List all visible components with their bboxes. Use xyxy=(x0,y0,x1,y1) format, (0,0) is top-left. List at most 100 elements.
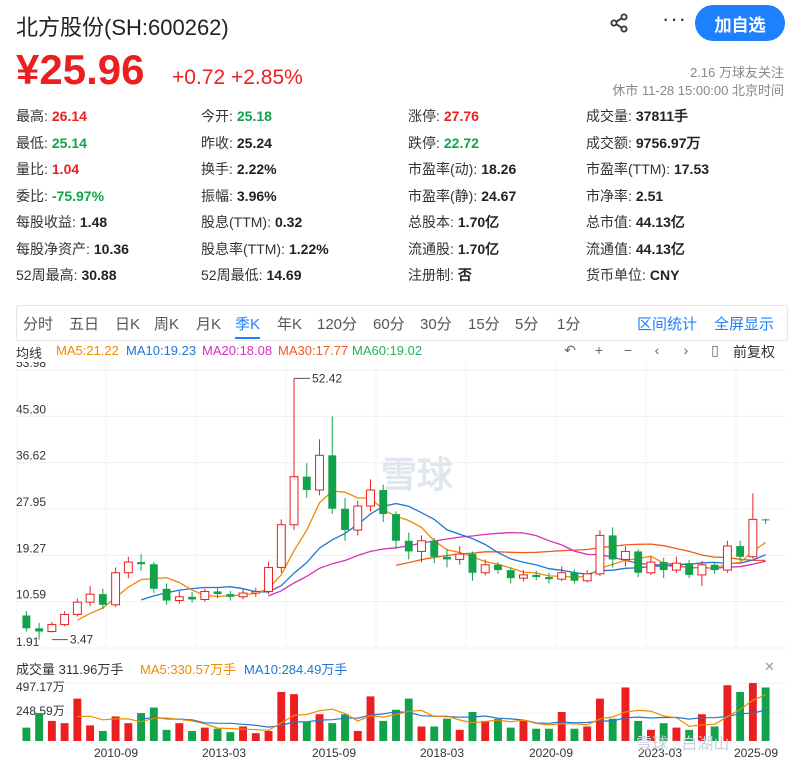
undo-icon[interactable]: ↶ xyxy=(561,341,579,359)
candle-body xyxy=(646,561,656,574)
volume-bar xyxy=(557,712,566,741)
candle-body xyxy=(519,574,528,579)
scroll-right-icon[interactable]: › xyxy=(677,341,695,359)
stat-value: 24.67 xyxy=(481,187,517,204)
close-volume-icon[interactable]: ✕ xyxy=(764,659,775,675)
stat-value: 否 xyxy=(457,267,472,283)
stat-item: 52周最低: 14.69 xyxy=(201,265,302,285)
tab-7[interactable]: 120分 xyxy=(317,313,357,334)
stat-value: 44.13亿 xyxy=(635,214,685,230)
add-to-watchlist-button[interactable]: 加自选 xyxy=(695,5,785,41)
stat-item: 市盈率(静): 24.67 xyxy=(408,186,516,206)
stat-value: 2.51 xyxy=(635,187,664,204)
candle-body xyxy=(532,574,541,578)
tab-9[interactable]: 30分 xyxy=(420,313,452,334)
stat-item: 成交量: 37811手 xyxy=(586,106,688,126)
volume-total: 成交量 311.96万手 xyxy=(16,662,124,677)
tab-5[interactable]: 季K xyxy=(235,313,261,339)
tab-8[interactable]: 60分 xyxy=(373,313,405,334)
stat-item: 流通股: 1.70亿 xyxy=(408,239,499,259)
candle-body xyxy=(443,556,451,560)
volume-bar xyxy=(264,730,273,741)
follower-count: 2.16 万球友关注 xyxy=(690,65,784,80)
candle-body xyxy=(748,518,758,558)
share-icon[interactable] xyxy=(608,12,630,34)
candle-body xyxy=(22,615,31,629)
stat-label: 跌停: xyxy=(408,134,440,151)
vol-tick-label: 497.17万 xyxy=(16,680,65,694)
scroll-left-icon[interactable]: ‹ xyxy=(648,341,666,359)
stat-item: 换手: 2.22% xyxy=(201,159,277,179)
stat-label: 市盈率(TTM): xyxy=(586,161,670,177)
stat-item: 市盈率(动): 18.26 xyxy=(408,159,516,179)
candle-body xyxy=(111,572,121,606)
volume-chart[interactable]: 497.17万248.59万2010-09 2013-03 2015-09 2018-… xyxy=(16,677,786,767)
candle-body xyxy=(659,562,668,571)
stat-value: 25.24 xyxy=(236,134,272,151)
stat-value: 17.53 xyxy=(673,161,710,177)
tab-0[interactable]: 分时 xyxy=(23,313,53,334)
volume-bar xyxy=(149,707,158,741)
stat-value: CNY xyxy=(649,267,680,283)
tab-1[interactable]: 五日 xyxy=(69,313,99,334)
zoom-out-icon[interactable]: − xyxy=(619,341,637,359)
stat-label: 今开: xyxy=(201,108,233,124)
candle-body xyxy=(404,540,413,552)
x-tick-label: 2010-09 xyxy=(94,746,138,760)
stat-item: 今开: 25.18 xyxy=(201,106,272,126)
stat-label: 总股本: xyxy=(408,214,454,230)
stat-label: 最高: xyxy=(16,108,48,124)
market-status: 休市 11-28 15:00:00 北京时间 xyxy=(612,83,784,98)
tab-2[interactable]: 日K xyxy=(115,313,140,334)
x-tick-label: 2018-03 xyxy=(420,746,464,760)
volume-ma5: MA5:330.57万手 xyxy=(140,662,237,677)
candle-body xyxy=(226,594,235,597)
change-percent: +2.85% xyxy=(230,66,303,89)
candle-body xyxy=(238,592,248,598)
kline-chart[interactable]: 53.98 45.30 36.62 27.95 19.27 10.59 1.91 雪球 52.4… xyxy=(16,362,786,652)
price-adjust-select[interactable]: 前复权 xyxy=(733,342,775,362)
volume-bar xyxy=(47,720,56,741)
tab-12[interactable]: 1分 xyxy=(557,313,580,334)
stat-item: 每股净资产: 10.36 xyxy=(16,239,129,259)
volume-bar xyxy=(73,698,82,741)
candle-body xyxy=(366,489,375,507)
y-tick-label: 53.98 xyxy=(16,362,46,370)
candle-body xyxy=(162,588,171,601)
fullscreen-link[interactable]: 全屏显示 xyxy=(714,313,774,334)
volume-bar xyxy=(621,687,630,741)
tab-6[interactable]: 年K xyxy=(277,313,302,334)
tab-10[interactable]: 15分 xyxy=(468,313,500,334)
tab-4[interactable]: 月K xyxy=(196,313,221,334)
volume-bar xyxy=(494,718,502,741)
candle-style-icon[interactable]: ▯ xyxy=(706,341,724,359)
candle-body xyxy=(480,564,490,574)
volume-bar xyxy=(137,713,146,741)
ma20-value: MA20:18.08 xyxy=(202,343,273,358)
stat-label: 换手: xyxy=(201,161,233,177)
stat-label: 流通值: xyxy=(586,240,632,257)
y-tick-label: 10.59 xyxy=(16,588,46,602)
zoom-in-icon[interactable]: + xyxy=(590,341,608,359)
volume-bar xyxy=(328,723,337,741)
volume-bar xyxy=(251,733,260,741)
range-stats-link[interactable]: 区间统计 xyxy=(637,313,697,334)
tab-11[interactable]: 5分 xyxy=(515,313,538,334)
annotation-label: 52.42 xyxy=(312,371,342,385)
stat-label: 最低: xyxy=(16,134,48,151)
volume-bar xyxy=(22,727,31,741)
stat-item: 振幅: 3.96% xyxy=(201,186,277,206)
candle-body xyxy=(328,455,337,509)
stat-item: 货币单位: CNY xyxy=(586,265,679,285)
volume-bar xyxy=(506,727,515,741)
stat-value: 25.14 xyxy=(51,134,87,151)
watermark: 雪球 xyxy=(381,454,454,495)
candle-body xyxy=(544,577,553,580)
more-options-icon[interactable]: ··· xyxy=(662,6,687,32)
tab-3[interactable]: 周K xyxy=(154,313,179,334)
candle-body xyxy=(353,505,363,531)
volume-bar xyxy=(86,725,95,741)
volume-bar xyxy=(124,723,133,741)
y-tick-label: 1.91 xyxy=(16,635,40,649)
stat-value: 37811手 xyxy=(635,108,689,124)
